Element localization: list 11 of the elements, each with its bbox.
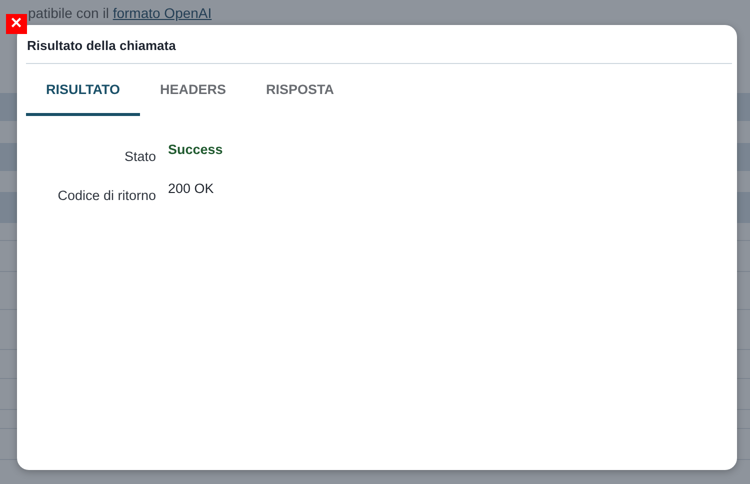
- tab[interactable]: HEADERS: [140, 64, 246, 116]
- field-label: Stato: [123, 148, 156, 166]
- close-button[interactable]: ✕: [6, 14, 27, 34]
- tab[interactable]: RISPOSTA: [246, 64, 354, 116]
- background-text: patibile con il: [28, 5, 109, 21]
- openai-format-link[interactable]: formato OpenAI: [112, 5, 212, 21]
- field-value: 200 OK: [168, 180, 214, 198]
- tab[interactable]: RISULTATO: [26, 64, 140, 116]
- dialog-title: Risultato della chiamata: [26, 25, 732, 64]
- field-label: Codice di ritorno: [56, 187, 156, 206]
- status-value: Success: [168, 140, 223, 159]
